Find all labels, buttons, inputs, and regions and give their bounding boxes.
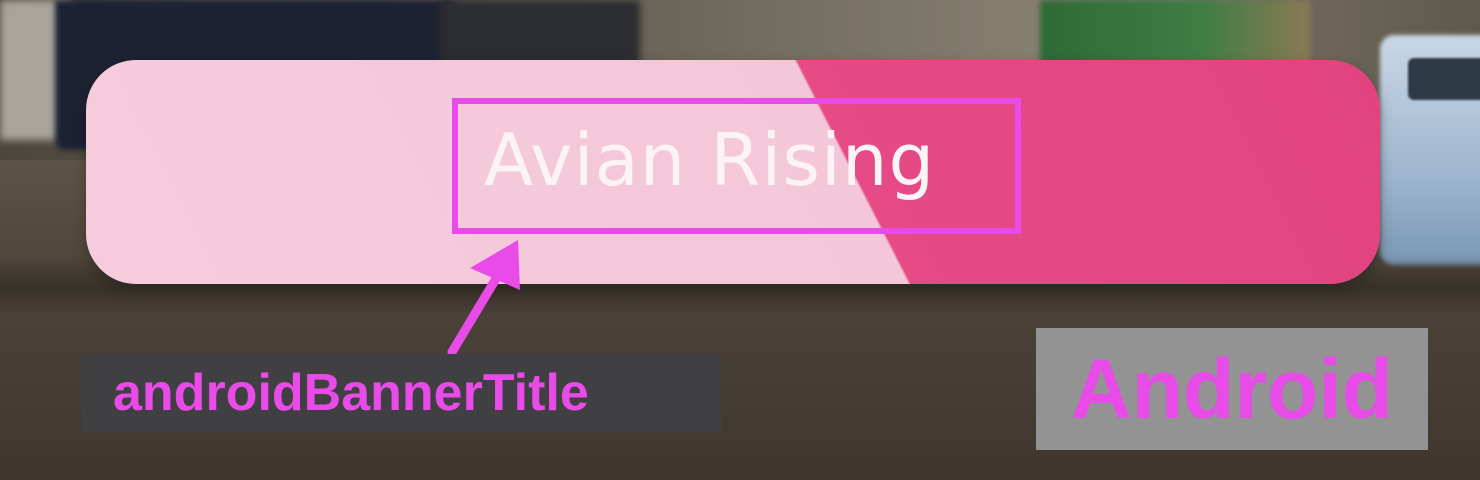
element-label: androidBannerTitle [81, 354, 721, 432]
platform-label: Android [1036, 328, 1428, 450]
